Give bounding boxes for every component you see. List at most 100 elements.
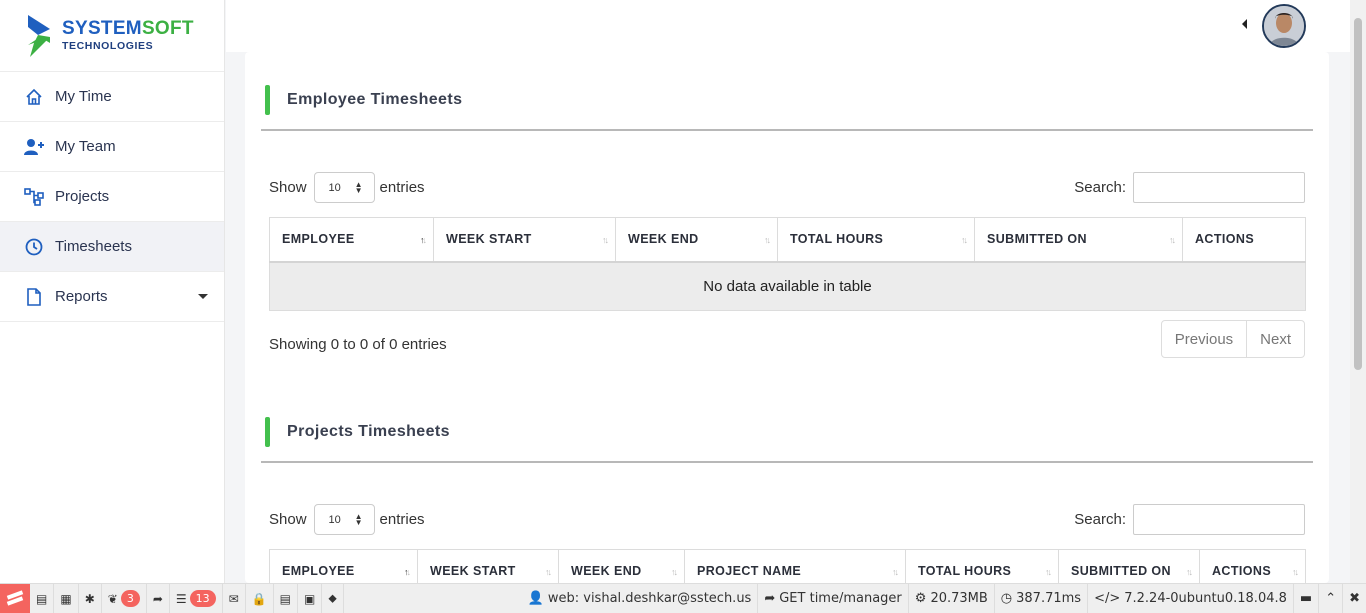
views-tab[interactable]: ❦ 3 (102, 583, 147, 613)
request-tab[interactable]: ▦ (54, 583, 79, 613)
php-version: </> 7.2.24-0ubuntu0.18.04.8 (1088, 583, 1294, 613)
debug-bar: ▤ ▦ ✱ ❦ 3 ➦ ☰ 13 ✉ 🔒 ▤ ▣ ⬥ 👤 web: vishal.de… (0, 583, 1366, 613)
leaf-icon: ❦ (107, 591, 118, 606)
search-control: Search: (1074, 172, 1305, 203)
open-folder-button[interactable]: ▬ (1294, 583, 1320, 613)
pagination: Previous Next (1160, 320, 1305, 358)
entries-length-control: Show 10 ▲ ▼ entries (269, 504, 425, 535)
projects-timesheets-table: EMPLOYEE ↑↓ WEEK START ↑↓ WEEK END ↑↓ PROJE… (269, 549, 1306, 583)
chevron-down-icon (198, 294, 208, 299)
user-icon: 👤 (527, 591, 544, 606)
vertical-scrollbar[interactable] (1350, 0, 1366, 583)
scrollbar-thumb[interactable] (1354, 18, 1362, 370)
sort-icon: ↑↓ (892, 567, 899, 577)
column-header-actions: ACTIONS (1182, 217, 1306, 263)
column-header-submitted-on[interactable]: SUBMITTED ON ↑↓ (974, 217, 1183, 263)
top-bar (226, 0, 1350, 52)
tags-icon: ⬥ (328, 591, 337, 605)
inbox-icon: ✉ (228, 591, 239, 606)
close-button[interactable]: ✖ (1343, 584, 1366, 613)
section-accent-bar (265, 85, 270, 115)
share-icon: ➦ (764, 591, 776, 606)
employee-timesheets-title: Employee Timesheets (265, 85, 462, 115)
brand-title: SYSTEMSOFT (62, 18, 194, 40)
column-header-week-start[interactable]: WEEK START ↑↓ (417, 549, 559, 583)
column-header-week-end[interactable]: WEEK END ↑↓ (615, 217, 778, 263)
entries-select[interactable]: 10 ▲ ▼ (313, 172, 375, 203)
messages-tab[interactable]: ▤ (30, 583, 55, 613)
search-control: Search: (1074, 504, 1305, 535)
brand-subtitle: TECHNOLOGIES (62, 40, 154, 53)
session-tab[interactable]: ▤ (274, 583, 298, 613)
column-header-project-name[interactable]: PROJECT NAME ↑↓ (684, 549, 906, 583)
logo-icon (24, 14, 54, 57)
sidebar-item-reports[interactable]: Reports (0, 272, 224, 322)
sort-icon: ↑↓ (1169, 235, 1176, 245)
maximize-button[interactable]: ⌃ (1319, 583, 1344, 613)
column-header-employee[interactable]: EMPLOYEE ↑↓ (269, 217, 434, 263)
sort-icon: ↑↓ (420, 235, 427, 245)
brand-logo[interactable]: SYSTEMSOFT TECHNOLOGIES (0, 0, 224, 72)
previous-page-button[interactable]: Previous (1162, 321, 1246, 357)
employee-timesheets-table: EMPLOYEE ↑↓ WEEK START ↑↓ WEEK END ↑↓ TOTAL… (269, 217, 1306, 311)
sidebar-item-projects[interactable]: Projects (0, 172, 224, 222)
search-input[interactable] (1133, 172, 1305, 203)
projects-timesheets-title: Projects Timesheets (265, 417, 450, 447)
memory-usage: ⚙ 20.73MB (909, 583, 995, 613)
table-icon: ▦ (60, 591, 72, 606)
sort-icon: ↑↓ (671, 567, 678, 577)
content-card: Employee Timesheets Show 10 ▲ ▼ entries S… (245, 52, 1329, 583)
exceptions-tab[interactable]: ✱ (79, 583, 102, 613)
column-header-week-start[interactable]: WEEK START ↑↓ (433, 217, 616, 263)
avatar[interactable] (1262, 4, 1306, 48)
sitemap-icon (24, 187, 44, 207)
close-icon: ✖ (1349, 591, 1360, 606)
route-tab[interactable]: ➦ (147, 583, 170, 613)
column-header-submitted-on[interactable]: SUBMITTED ON ↑↓ (1058, 549, 1200, 583)
cache-tab[interactable]: ▣ (298, 583, 323, 613)
divider (261, 129, 1313, 131)
entries-length-control: Show 10 ▲ ▼ entries (269, 172, 425, 203)
column-header-total-hours[interactable]: TOTAL HOURS ↑↓ (777, 217, 975, 263)
code-icon: </> (1094, 591, 1121, 606)
bug-icon: ✱ (84, 591, 95, 606)
home-icon (24, 87, 44, 107)
sort-icon: ↑↓ (1292, 567, 1299, 577)
divider (261, 461, 1313, 463)
caret-left-icon[interactable] (1242, 19, 1247, 29)
sort-icon: ↑↓ (961, 235, 968, 245)
sidebar-item-timesheets[interactable]: Timesheets (0, 222, 224, 272)
route-info: ➦ GET time/manager (758, 583, 909, 613)
list-alt-icon: ▤ (279, 591, 291, 606)
sidebar-item-my-time[interactable]: My Time (0, 72, 224, 122)
user-plus-icon (24, 137, 44, 157)
column-header-employee[interactable]: EMPLOYEE ↑↓ (269, 549, 418, 583)
next-page-button[interactable]: Next (1246, 321, 1304, 357)
clock-icon: ◷ (1000, 591, 1013, 606)
entries-select[interactable]: 10 ▲ ▼ (313, 504, 375, 535)
queries-tab[interactable]: ☰ 13 (170, 583, 223, 613)
list-icon: ▤ (36, 591, 48, 606)
sidebar: SYSTEMSOFT TECHNOLOGIES My Time My Team … (0, 0, 225, 583)
file-icon (24, 287, 44, 307)
share-icon: ➦ (152, 591, 163, 606)
lock-icon: 🔒 (251, 591, 267, 606)
clock-icon (24, 237, 44, 257)
tags-tab[interactable]: ⬥ (322, 583, 344, 613)
column-header-week-end[interactable]: WEEK END ↑↓ (558, 549, 685, 583)
sort-icon: ↑↓ (1186, 567, 1193, 577)
debugbar-logo-icon[interactable] (0, 583, 30, 613)
sidebar-item-my-team[interactable]: My Team (0, 122, 224, 172)
sidebar-item-label: My Time (55, 88, 112, 105)
sort-icon: ↑↓ (1045, 567, 1052, 577)
chevron-up-icon: ⌃ (1325, 591, 1337, 606)
gate-tab[interactable]: 🔒 (246, 583, 274, 613)
sidebar-item-label: Projects (55, 188, 110, 205)
column-header-total-hours[interactable]: TOTAL HOURS ↑↓ (905, 549, 1059, 583)
mail-tab[interactable]: ✉ (223, 583, 246, 613)
column-header-actions[interactable]: ACTIONS ↑↓ (1199, 549, 1306, 583)
sidebar-item-label: Timesheets (55, 238, 132, 255)
sort-icon: ↑↓ (545, 567, 552, 577)
search-input[interactable] (1133, 504, 1305, 535)
folder-icon: ▬ (1299, 591, 1313, 606)
